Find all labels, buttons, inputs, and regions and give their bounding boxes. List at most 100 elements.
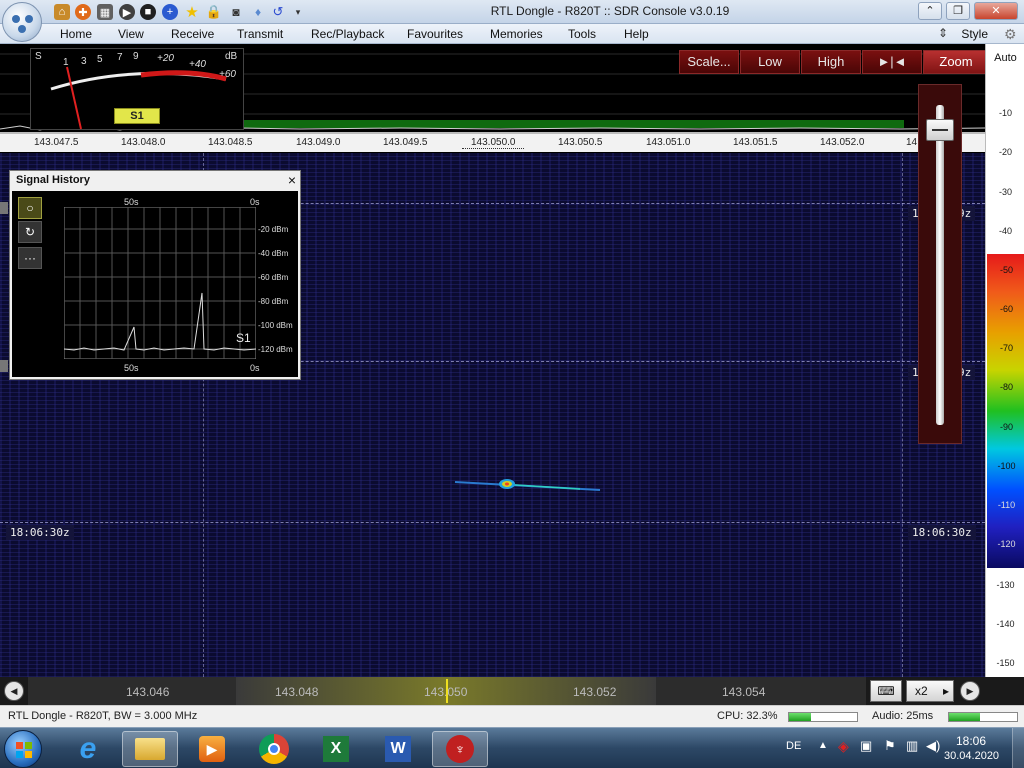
db-label: -70: [999, 343, 1013, 353]
auto-scale-button[interactable]: Auto: [986, 52, 1024, 64]
signal-history-window[interactable]: Signal History × ○ ↻ ··· 50s 0s 50s 0s -…: [9, 170, 301, 380]
clock-time[interactable]: 18:06: [956, 734, 986, 748]
file-explorer-icon[interactable]: [122, 731, 178, 767]
refresh-icon[interactable]: ↻: [18, 221, 42, 243]
close-button[interactable]: ✕: [974, 2, 1018, 20]
zoom-slider-track[interactable]: [936, 105, 944, 425]
gear-icon[interactable]: ⚙: [1004, 26, 1017, 43]
time-label-left: 18:06:30z: [6, 525, 74, 540]
ribbon-menu: Home View Receive Transmit Rec/Playback …: [0, 24, 1024, 44]
star-icon[interactable]: ★: [184, 4, 200, 21]
audio-meter: [948, 712, 1018, 722]
menu-favourites[interactable]: Favourites: [407, 27, 463, 41]
style-menu[interactable]: Style: [961, 27, 988, 41]
more-options-icon[interactable]: ···: [18, 247, 42, 269]
menu-rec-playback[interactable]: Rec/Playback: [311, 27, 384, 41]
db-label: -110: [997, 500, 1016, 510]
freq-label: 143.050.0: [471, 137, 516, 148]
cpu-meter-fill: [789, 713, 811, 721]
frequency-scale[interactable]: 143.047.5 143.048.0 143.048.5 143.049.0 …: [0, 132, 985, 152]
history-db-label: -120 dBm: [258, 345, 293, 354]
db-label: -150: [996, 658, 1015, 668]
freq-label: 143.047.5: [34, 137, 79, 148]
overview-freq-label: 143.048: [275, 685, 319, 699]
stop-icon[interactable]: ■: [140, 4, 156, 20]
time-marker-tab: [0, 202, 8, 214]
freq-label: 143.048.0: [121, 137, 166, 148]
lifebuoy-icon[interactable]: ✚: [75, 4, 91, 20]
media-player-icon[interactable]: ▶: [184, 731, 240, 767]
camera-icon[interactable]: ◙: [228, 4, 244, 20]
menu-transmit[interactable]: Transmit: [237, 27, 283, 41]
internet-explorer-icon[interactable]: e: [60, 731, 116, 767]
style-arrows-icon[interactable]: ⇕: [938, 26, 948, 40]
history-time-label: 50s: [124, 363, 139, 373]
time-label-right: 18:06:30z: [908, 525, 976, 540]
windows-start-button[interactable]: [4, 730, 42, 768]
signal-history-plot: [64, 207, 256, 359]
antivirus-tray-icon[interactable]: ◈: [838, 738, 849, 755]
signal-history-body: ○ ↻ ··· 50s 0s 50s 0s -20 dBm -40 dBm -6…: [12, 191, 298, 377]
windows-taskbar: e ▶ X W ♆ DE ▲ ◈ ▣ ⚑ ▥ ◀) 18:06 30.04.20…: [0, 727, 1024, 768]
lock-icon[interactable]: 🔒: [206, 4, 222, 20]
history-db-label: -60 dBm: [258, 273, 289, 282]
undo-icon[interactable]: ↺: [270, 4, 286, 20]
s-meter-tick: 9: [133, 51, 139, 62]
app-orb-dot-icon: [18, 25, 26, 33]
menu-home[interactable]: Home: [60, 27, 92, 41]
restore-button[interactable]: ❐: [946, 2, 970, 20]
zoom-slider-thumb[interactable]: [926, 119, 954, 141]
zoom-factor-button[interactable]: x2 ▸: [906, 680, 954, 702]
flag-tray-icon[interactable]: ⚑: [884, 738, 896, 754]
record-icon[interactable]: ○: [18, 197, 42, 219]
center-button[interactable]: ►|◄: [862, 50, 922, 74]
high-button[interactable]: High: [801, 50, 861, 74]
freq-label: 143.050.5: [558, 137, 603, 148]
window-title: RTL Dongle - R820T :: SDR Console v3.0.1…: [490, 4, 730, 18]
excel-icon[interactable]: X: [308, 731, 364, 767]
history-time-label: 0s: [250, 197, 260, 207]
db-label: -30: [998, 187, 1012, 197]
volume-tray-icon[interactable]: ◀): [926, 738, 940, 754]
clock-date[interactable]: 30.04.2020: [944, 750, 999, 762]
splitter-grip[interactable]: [462, 148, 524, 151]
menu-tools[interactable]: Tools: [568, 27, 596, 41]
zoom-button[interactable]: Zoom: [923, 50, 989, 74]
chrome-icon[interactable]: [246, 731, 302, 767]
s-meter-db-tick: +20: [157, 53, 174, 64]
zoom-slider[interactable]: [918, 84, 962, 444]
network-tray-icon[interactable]: ▥: [906, 738, 918, 754]
drop-icon[interactable]: ♦: [250, 4, 266, 20]
menu-view[interactable]: View: [118, 27, 144, 41]
menu-memories[interactable]: Memories: [490, 27, 543, 41]
show-desktop-button[interactable]: [1012, 728, 1024, 768]
freq-label: 143.048.5: [208, 137, 253, 148]
language-indicator[interactable]: DE: [786, 740, 801, 752]
tray-expand-icon[interactable]: ▲: [818, 740, 828, 751]
db-scale[interactable]: Auto -10 -20 -30 -40 -50 -60 -70 -80 -90…: [985, 44, 1024, 677]
menu-receive[interactable]: Receive: [171, 27, 214, 41]
quick-access-dropdown-icon[interactable]: ▾: [290, 4, 306, 20]
scroll-left-button[interactable]: ◀: [4, 681, 24, 701]
waterfall-color-bar: -50 -60 -70 -80 -90 -100 -110 -120: [987, 254, 1024, 568]
history-db-label: -100 dBm: [258, 321, 293, 330]
signal-history-close-button[interactable]: ×: [288, 172, 296, 188]
app-menu-orb[interactable]: [2, 2, 42, 42]
keyboard-icon[interactable]: ⌨: [870, 680, 902, 702]
add-icon[interactable]: +: [162, 4, 178, 20]
scroll-right-button[interactable]: ▶: [960, 681, 980, 701]
sdr-console-taskbar-icon[interactable]: ♆: [432, 731, 488, 767]
menu-help[interactable]: Help: [624, 27, 649, 41]
low-button[interactable]: Low: [740, 50, 800, 74]
home-icon[interactable]: ⌂: [54, 4, 70, 20]
word-icon[interactable]: W: [370, 731, 426, 767]
status-bar: RTL Dongle - R820T, BW = 3.000 MHz CPU: …: [0, 705, 1024, 727]
grid-icon[interactable]: ▦: [97, 4, 113, 20]
db-label: -20: [998, 147, 1012, 157]
db-label: -40: [998, 226, 1012, 236]
scale-button[interactable]: Scale...: [679, 50, 739, 74]
cpu-status: CPU: 32.3%: [717, 710, 778, 722]
device-tray-icon[interactable]: ▣: [860, 738, 872, 754]
help-chevron-button[interactable]: ⌃: [918, 2, 942, 20]
play-icon[interactable]: ▶: [119, 4, 135, 20]
